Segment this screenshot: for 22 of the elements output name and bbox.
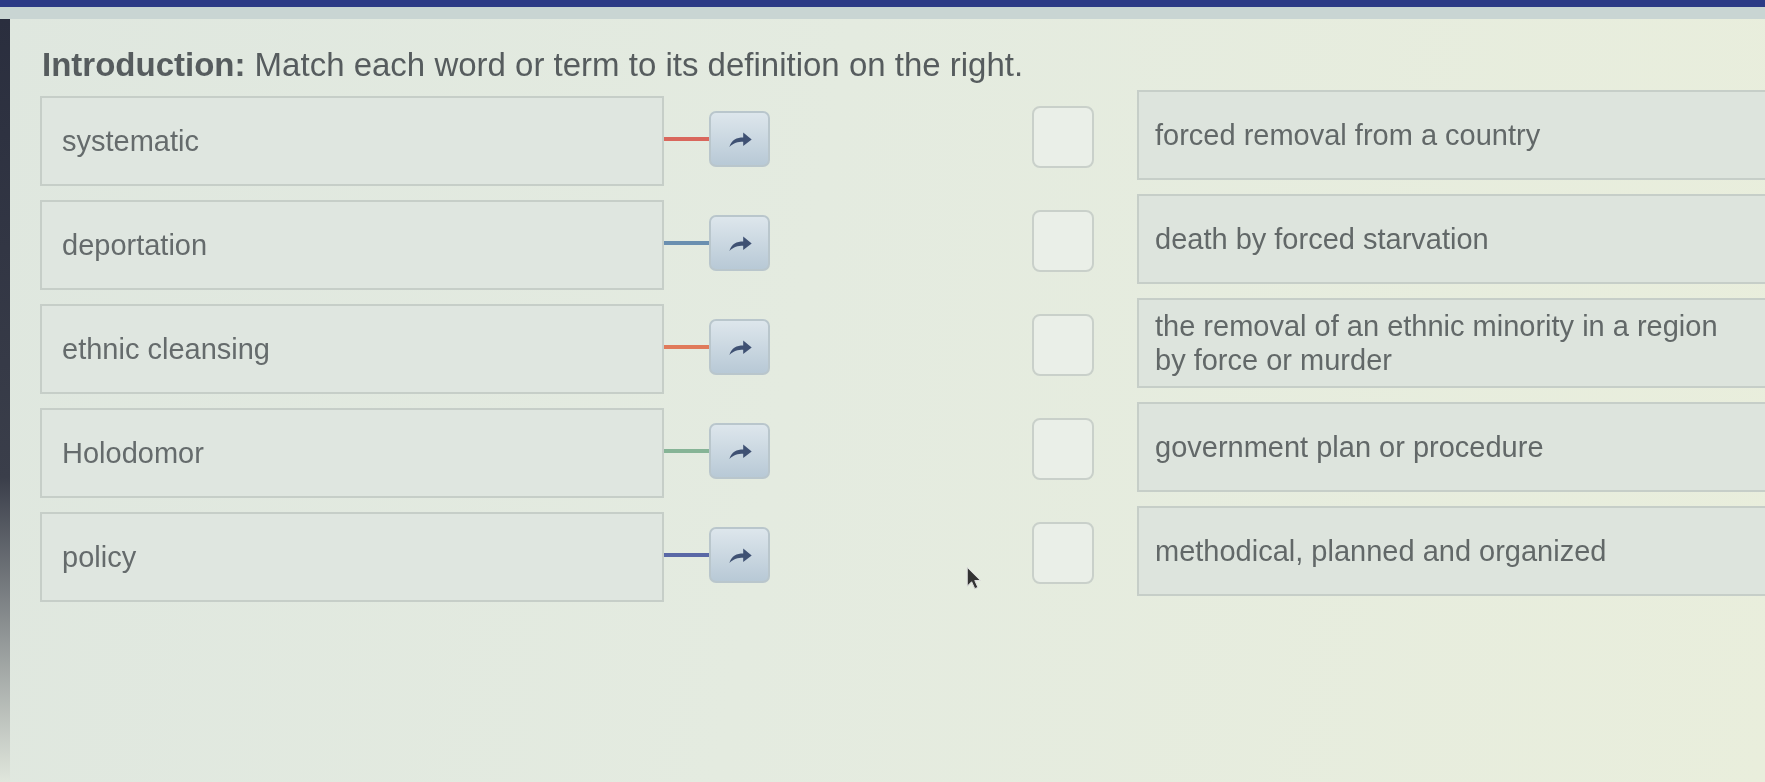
match-checkbox[interactable] xyxy=(1032,106,1094,168)
match-arrow-button[interactable] xyxy=(709,319,770,375)
definition-card: death by forced starvation xyxy=(1137,194,1765,284)
definition-card: methodical, planned and organized xyxy=(1137,506,1765,596)
match-checkbox[interactable] xyxy=(1032,418,1094,480)
match-arrow-button[interactable] xyxy=(709,215,770,271)
term-card[interactable]: ethnic cleansing xyxy=(40,304,664,394)
term-card[interactable]: systematic xyxy=(40,96,664,186)
match-arrow-button[interactable] xyxy=(709,111,770,167)
definition-card: forced removal from a country xyxy=(1137,90,1765,180)
match-arrow-button[interactable] xyxy=(709,423,770,479)
match-arrow-button[interactable] xyxy=(709,527,770,583)
match-checkbox[interactable] xyxy=(1032,314,1094,376)
term-card[interactable]: Holodomor xyxy=(40,408,664,498)
definition-card: government plan or procedure xyxy=(1137,402,1765,492)
definition-card: the removal of an ethnic minority in a region by force or murder xyxy=(1137,298,1765,388)
match-checkbox[interactable] xyxy=(1032,210,1094,272)
term-card[interactable]: policy xyxy=(40,512,664,602)
instructions-text: Introduction: Match each word or term to its definition on the right. xyxy=(42,45,1025,85)
match-checkbox[interactable] xyxy=(1032,522,1094,584)
mouse-cursor-icon xyxy=(966,566,981,590)
term-card[interactable]: deportation xyxy=(40,200,664,290)
